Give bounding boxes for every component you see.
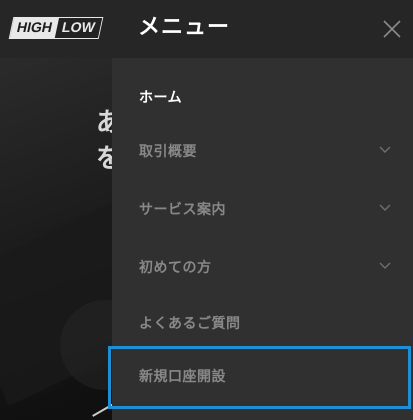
menu-item-home[interactable]: ホーム — [112, 70, 413, 126]
menu-item-services[interactable]: サービス案内 — [112, 182, 413, 238]
menu-item-label: 新規口座開設 — [139, 369, 226, 385]
menu-title: メニュー — [138, 15, 231, 40]
menu-item-label: 取引概要 — [139, 144, 197, 160]
menu-item-label: ホーム — [139, 90, 183, 106]
chevron-down-icon — [379, 262, 391, 269]
menu-item-label: サービス案内 — [139, 202, 226, 218]
menu-item-beginners[interactable]: 初めての方 — [112, 240, 413, 296]
menu-item-label: よくあるご質問 — [139, 316, 241, 332]
highlow-logo[interactable]: HIGH LOW — [8, 17, 103, 39]
chevron-down-icon — [379, 204, 391, 211]
menu-item-open-account[interactable]: 新規口座開設 — [108, 346, 411, 409]
menu-header: メニュー — [112, 0, 413, 58]
logo-low-text: LOW — [54, 18, 102, 38]
close-button[interactable] — [381, 18, 403, 40]
chevron-down-icon — [379, 146, 391, 153]
menu-item-trading-overview[interactable]: 取引概要 — [112, 124, 413, 180]
menu-item-faq[interactable]: よくあるご質問 — [112, 296, 413, 352]
logo-high-text: HIGH — [9, 18, 60, 38]
close-icon — [383, 20, 401, 38]
menu-item-label: 初めての方 — [139, 260, 212, 276]
slide-menu: メニュー ホーム 取引概要 サービス案内 初めての方 よくあるご質問 新規口座開… — [108, 0, 413, 420]
